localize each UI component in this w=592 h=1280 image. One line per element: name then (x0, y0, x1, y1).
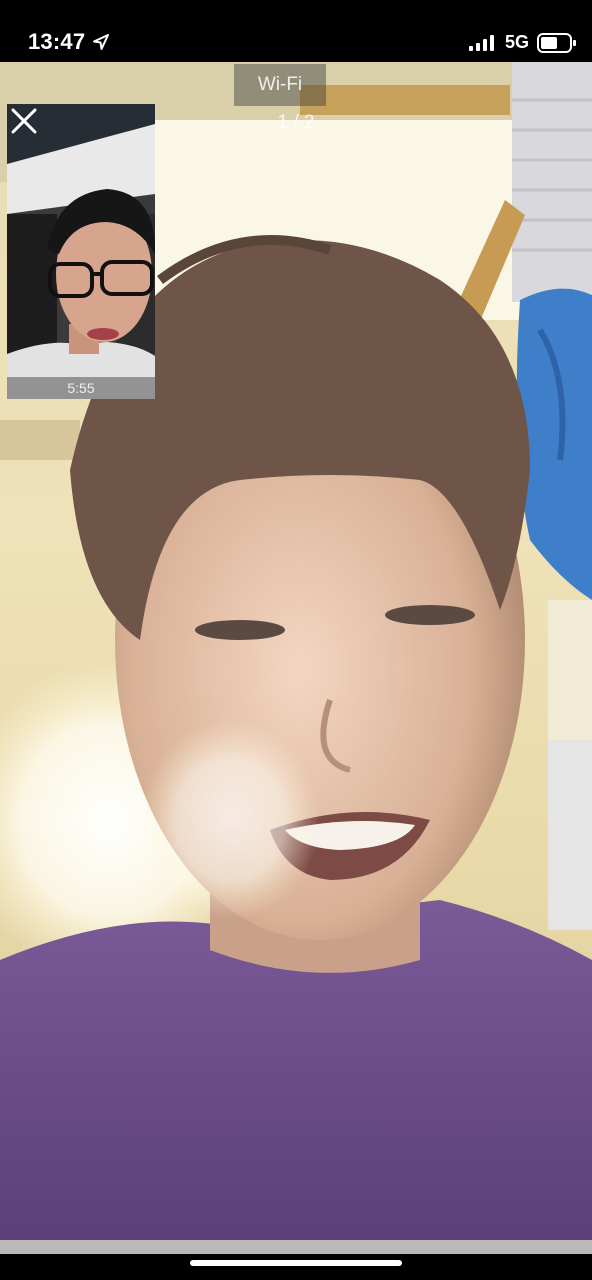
network-type: 5G (505, 32, 530, 52)
status-bar: 13:47 5G (0, 0, 592, 62)
battery-icon (537, 33, 576, 53)
location-arrow-icon (93, 34, 109, 50)
status-time: 13:47 (28, 29, 86, 54)
call-timer: 5:55 (7, 377, 155, 399)
self-view-pip[interactable]: 5:55 (7, 104, 155, 399)
connection-label: Wi-Fi (234, 64, 326, 106)
self-view-image (7, 104, 155, 399)
signal-bars-icon (469, 35, 494, 51)
home-area (0, 1254, 592, 1280)
home-indicator[interactable] (190, 1260, 402, 1266)
close-icon[interactable] (7, 104, 41, 138)
page-indicator: 1 / 2 (277, 112, 315, 133)
bottom-strip (0, 1240, 592, 1254)
